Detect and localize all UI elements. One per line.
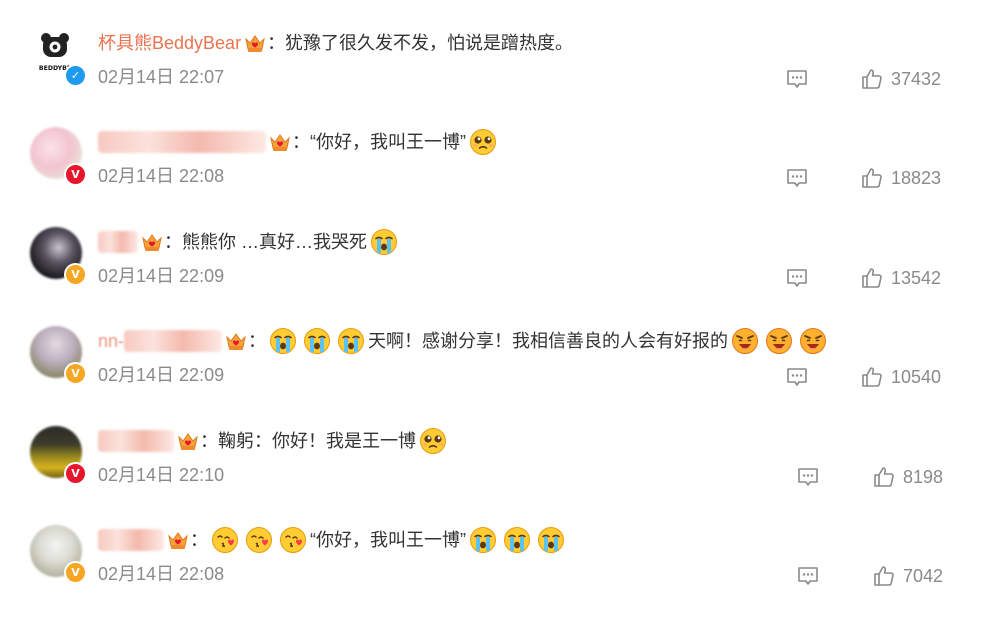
crying-face-icon <box>370 228 398 256</box>
comment-text: ： <box>190 530 208 550</box>
thumbs-up-icon <box>872 564 896 588</box>
avatar[interactable]: V <box>30 127 87 186</box>
like-count: 8198 <box>903 466 944 487</box>
crying-face-icon <box>469 526 497 554</box>
crying-face-icon <box>269 327 297 355</box>
reply-icon[interactable] <box>785 167 809 189</box>
comment-item: V ：熊熊你 …真好…我哭死 02月14日 22:09 13542 <box>0 227 994 327</box>
verified-red-icon: V <box>64 163 87 186</box>
member-crown-icon <box>269 131 291 153</box>
like-count: 10540 <box>891 366 942 387</box>
kissing-heart-face-icon <box>211 526 239 554</box>
member-crown-icon <box>141 231 163 253</box>
comment-body: ：鞠躬：你好！我是王一博 <box>98 426 450 456</box>
crying-face-icon <box>537 526 565 554</box>
comment-time[interactable]: 02月14日 22:08 <box>98 561 224 587</box>
comment-time[interactable]: 02月14日 22:07 <box>98 64 224 90</box>
member-crown-icon <box>167 529 189 551</box>
comment-text: ：鞠躬：你好！我是王一博 <box>200 431 416 451</box>
crying-face-icon <box>503 526 531 554</box>
comment-time[interactable]: 02月14日 22:10 <box>98 462 224 488</box>
reply-icon[interactable] <box>796 565 820 587</box>
pleading-face-icon <box>419 427 447 455</box>
kissing-heart-face-icon <box>279 526 307 554</box>
comment-time[interactable]: 02月14日 22:09 <box>98 263 224 289</box>
like-button[interactable]: 18823 <box>860 165 941 191</box>
verified-orange-icon: V <box>64 561 87 584</box>
crying-face-icon <box>337 327 365 355</box>
member-crown-icon <box>244 32 266 54</box>
comment-item: V nn- ： 天啊！感谢分享！我相信善良的人会有好报的 02月14日 22:0… <box>0 326 994 426</box>
shouting-face-icon <box>799 327 827 355</box>
like-button[interactable]: 13542 <box>860 265 941 291</box>
verified-red-icon: V <box>64 462 87 485</box>
avatar[interactable]: V <box>30 525 87 584</box>
thumbs-up-icon <box>860 166 884 190</box>
blurred-username[interactable] <box>98 231 138 253</box>
comment-item: BEDDYBE ✓ 杯具熊BeddyBear ：犹豫了很久发不发，怕说是蹭热度。… <box>0 28 994 128</box>
verified-orange-icon: V <box>64 263 87 286</box>
pleading-face-icon <box>469 128 497 156</box>
like-button[interactable]: 37432 <box>860 66 941 92</box>
comment-body: ：“你好，我叫王一博” <box>98 127 500 157</box>
comment-text-continued: “你好，我叫王一博” <box>310 530 466 550</box>
thumbs-up-icon <box>860 266 884 290</box>
comment-body: ：熊熊你 …真好…我哭死 <box>98 227 401 257</box>
blurred-username[interactable] <box>98 529 164 551</box>
reply-icon[interactable] <box>796 466 820 488</box>
comment-body: nn- ： 天啊！感谢分享！我相信善良的人会有好报的 <box>98 326 830 356</box>
username-visible-part[interactable]: nn- <box>98 326 124 356</box>
comment-time[interactable]: 02月14日 22:08 <box>98 163 224 189</box>
comment-item: V ：鞠躬：你好！我是王一博 02月14日 22:10 8198 <box>0 426 994 526</box>
avatar[interactable]: V <box>30 426 87 485</box>
thumbs-up-icon <box>860 67 884 91</box>
comment-text: ：犹豫了很久发不发，怕说是蹭热度。 <box>267 33 574 53</box>
like-button[interactable]: 7042 <box>872 563 943 589</box>
thumbs-up-icon <box>872 465 896 489</box>
comment-text: ：熊熊你 …真好…我哭死 <box>164 232 368 252</box>
username[interactable]: 杯具熊BeddyBear <box>98 28 241 58</box>
reply-icon[interactable] <box>785 366 809 388</box>
member-crown-icon <box>225 330 247 352</box>
comment-body: 杯具熊BeddyBear ：犹豫了很久发不发，怕说是蹭热度。 <box>98 28 573 58</box>
like-count: 18823 <box>891 167 942 188</box>
avatar[interactable]: V <box>30 326 87 385</box>
reply-icon[interactable] <box>785 267 809 289</box>
like-button[interactable]: 8198 <box>872 464 943 490</box>
comment-text: ： <box>248 331 267 351</box>
reply-icon[interactable] <box>785 68 809 90</box>
blurred-username[interactable] <box>98 131 266 153</box>
comment-text: ：“你好，我叫王一博” <box>292 132 466 152</box>
thumbs-up-icon <box>860 365 884 389</box>
crying-face-icon <box>303 327 331 355</box>
kissing-heart-face-icon <box>245 526 273 554</box>
member-crown-icon <box>177 430 199 452</box>
comment-item: V ： “你好，我叫王一博” 02月14日 22:08 7042 <box>0 525 994 625</box>
like-count: 7042 <box>903 565 944 586</box>
comment-time[interactable]: 02月14日 22:09 <box>98 362 224 388</box>
shouting-face-icon <box>765 327 793 355</box>
comment-item: V ：“你好，我叫王一博” 02月14日 22:08 18823 <box>0 127 994 227</box>
comment-body: ： “你好，我叫王一博” <box>98 525 568 555</box>
avatar[interactable]: V <box>30 227 87 286</box>
blurred-username[interactable] <box>124 330 223 352</box>
shouting-face-icon <box>731 327 759 355</box>
verified-orange-icon: V <box>64 362 87 385</box>
verified-blue-icon: ✓ <box>64 64 87 87</box>
comment-text-continued: 天啊！感谢分享！我相信善良的人会有好报的 <box>368 331 729 351</box>
like-count: 13542 <box>891 267 942 288</box>
blurred-username[interactable] <box>98 430 174 452</box>
avatar[interactable]: BEDDYBE ✓ <box>30 28 87 87</box>
like-count: 37432 <box>891 68 942 89</box>
like-button[interactable]: 10540 <box>860 364 941 390</box>
